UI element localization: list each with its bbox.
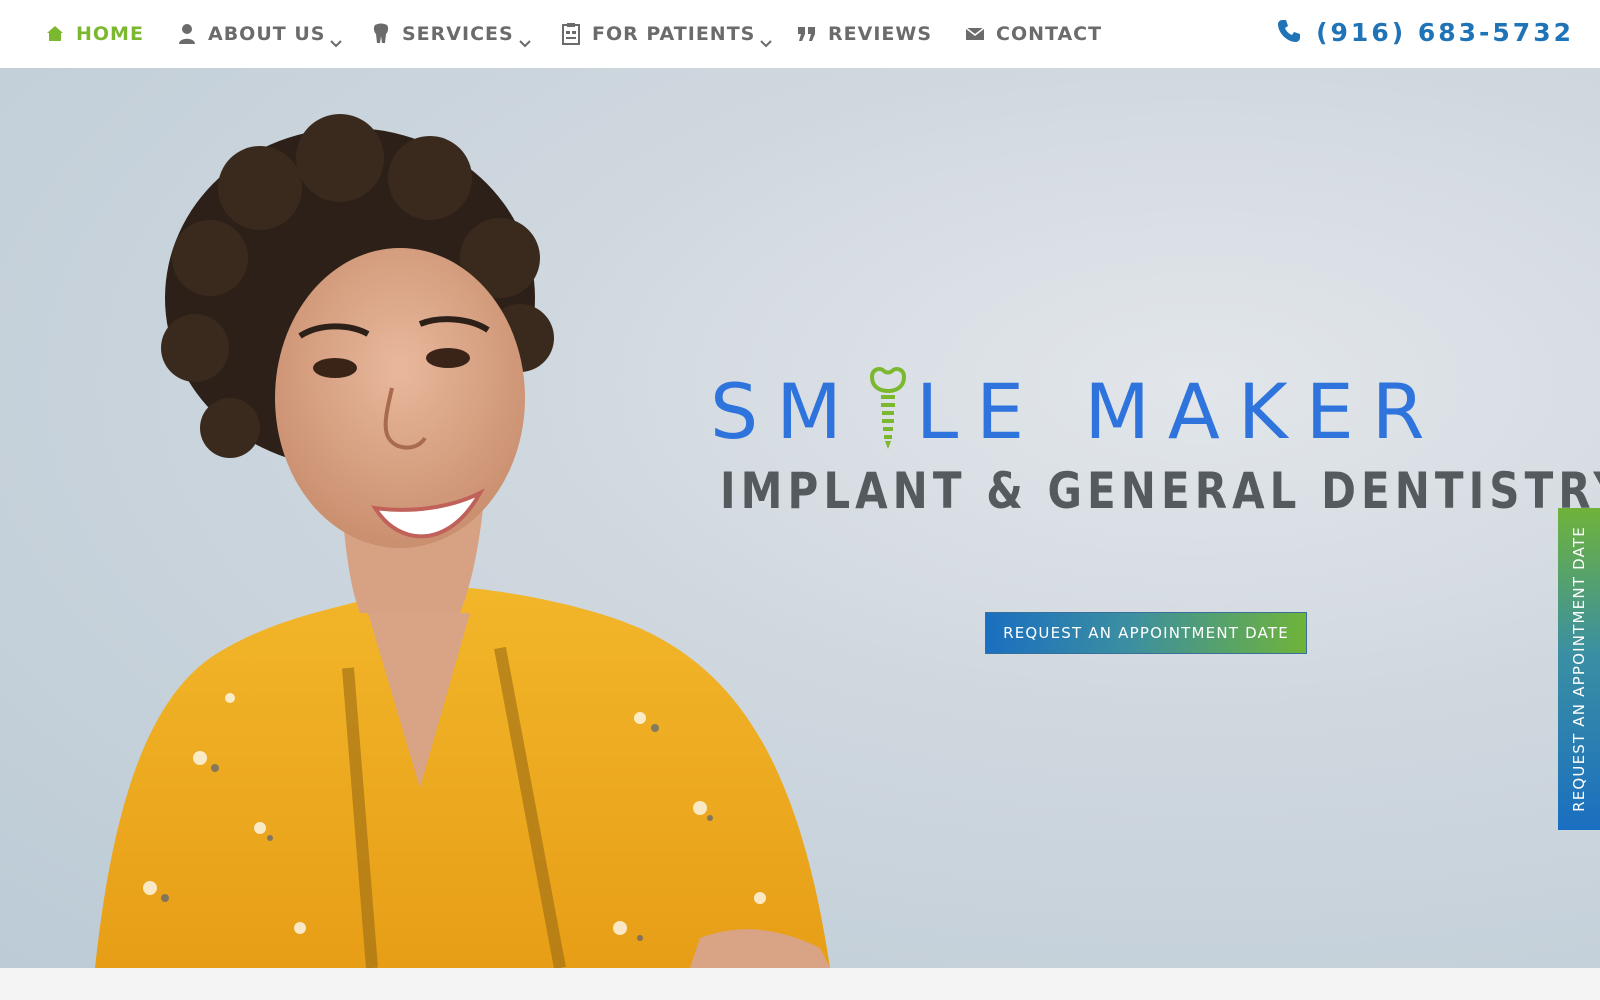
envelope-icon	[964, 23, 986, 45]
clipboard-icon	[560, 23, 582, 45]
nav-contact-label: CONTACT	[996, 23, 1103, 45]
chevron-down-icon	[329, 32, 343, 48]
nav-for-patients-label: FOR PATIENTS	[592, 23, 756, 45]
nav-about-us-label: ABOUT US	[208, 23, 326, 45]
nav-reviews-label: REVIEWS	[828, 23, 933, 45]
nav-for-patients[interactable]: FOR PATIENTS	[560, 20, 773, 48]
phone-icon	[1276, 18, 1304, 46]
phone-number-text: (916) 683-5732	[1316, 17, 1574, 47]
nav-reviews[interactable]: REVIEWS	[796, 20, 932, 48]
hero-banner: SM LE MAKER IMPLANT & GENERAL DENTISTRY …	[0, 68, 1600, 968]
nav-home-label: HOME	[76, 23, 144, 45]
logo-text-part1: SM	[710, 366, 860, 456]
nav-home[interactable]: HOME	[44, 20, 144, 48]
page-bottom-strip	[0, 968, 1600, 1000]
chevron-down-icon	[759, 32, 773, 48]
top-navigation: HOME ABOUT US SERVICES FOR PATIENTS REVI…	[0, 0, 1600, 68]
nav-services-label: SERVICES	[402, 23, 514, 45]
side-tab-label: REQUEST AN APPOINTMENT DATE	[1570, 526, 1588, 812]
home-icon	[44, 23, 66, 45]
nav-contact[interactable]: CONTACT	[964, 20, 1102, 48]
nav-about-us[interactable]: ABOUT US	[176, 20, 343, 48]
person-icon	[176, 23, 198, 45]
chevron-down-icon	[518, 32, 532, 48]
dental-implant-icon	[860, 367, 916, 449]
logo-text-part2: LE MAKER	[915, 366, 1443, 456]
phone-number-link[interactable]: (916) 683-5732	[1276, 14, 1574, 50]
tooth-icon	[370, 23, 392, 45]
nav-services[interactable]: SERVICES	[370, 20, 532, 48]
quote-icon	[796, 23, 818, 45]
side-request-appointment-tab[interactable]: REQUEST AN APPOINTMENT DATE	[1558, 508, 1600, 830]
request-appointment-button[interactable]: REQUEST AN APPOINTMENT DATE	[985, 612, 1307, 654]
hero-tagline: IMPLANT & GENERAL DENTISTRY	[720, 462, 1600, 520]
